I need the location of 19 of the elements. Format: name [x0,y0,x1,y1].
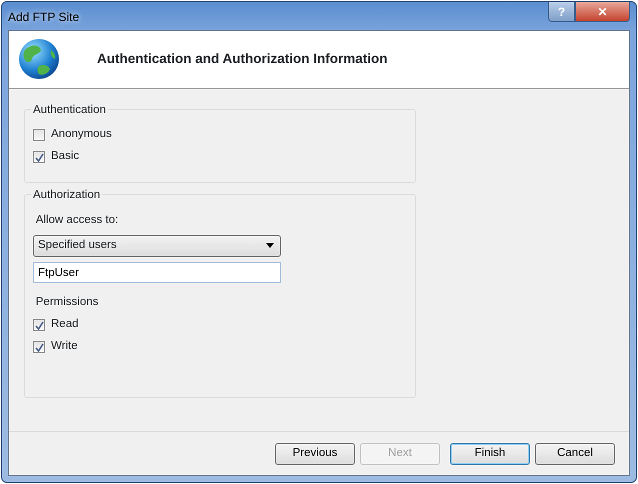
access-dropdown[interactable]: Specified users [33,234,281,256]
field-label: Allow access to: [36,214,118,226]
page-heading: Authentication and Authorization Information [97,50,388,68]
field-label: Permissions [36,296,98,308]
window-title: Add FTP Site [8,9,80,26]
wizard-button[interactable]: Previous [275,442,355,464]
checkbox-label[interactable]: Basic [51,148,80,166]
checkbox[interactable] [33,129,45,141]
checkbox-label[interactable]: Write [51,338,78,356]
wizard-button[interactable]: Cancel [535,442,615,464]
checkbox-label[interactable]: Anonymous [51,126,112,144]
checkbox-label[interactable]: Read [51,316,78,334]
checkbox[interactable] [33,341,45,353]
caret-icon [266,243,274,248]
wizard-button[interactable]: Finish [450,442,530,464]
users-field[interactable]: FtpUser [33,262,281,283]
checkbox[interactable] [33,151,45,163]
globe-icon [17,38,61,82]
checkbox[interactable] [33,319,45,331]
